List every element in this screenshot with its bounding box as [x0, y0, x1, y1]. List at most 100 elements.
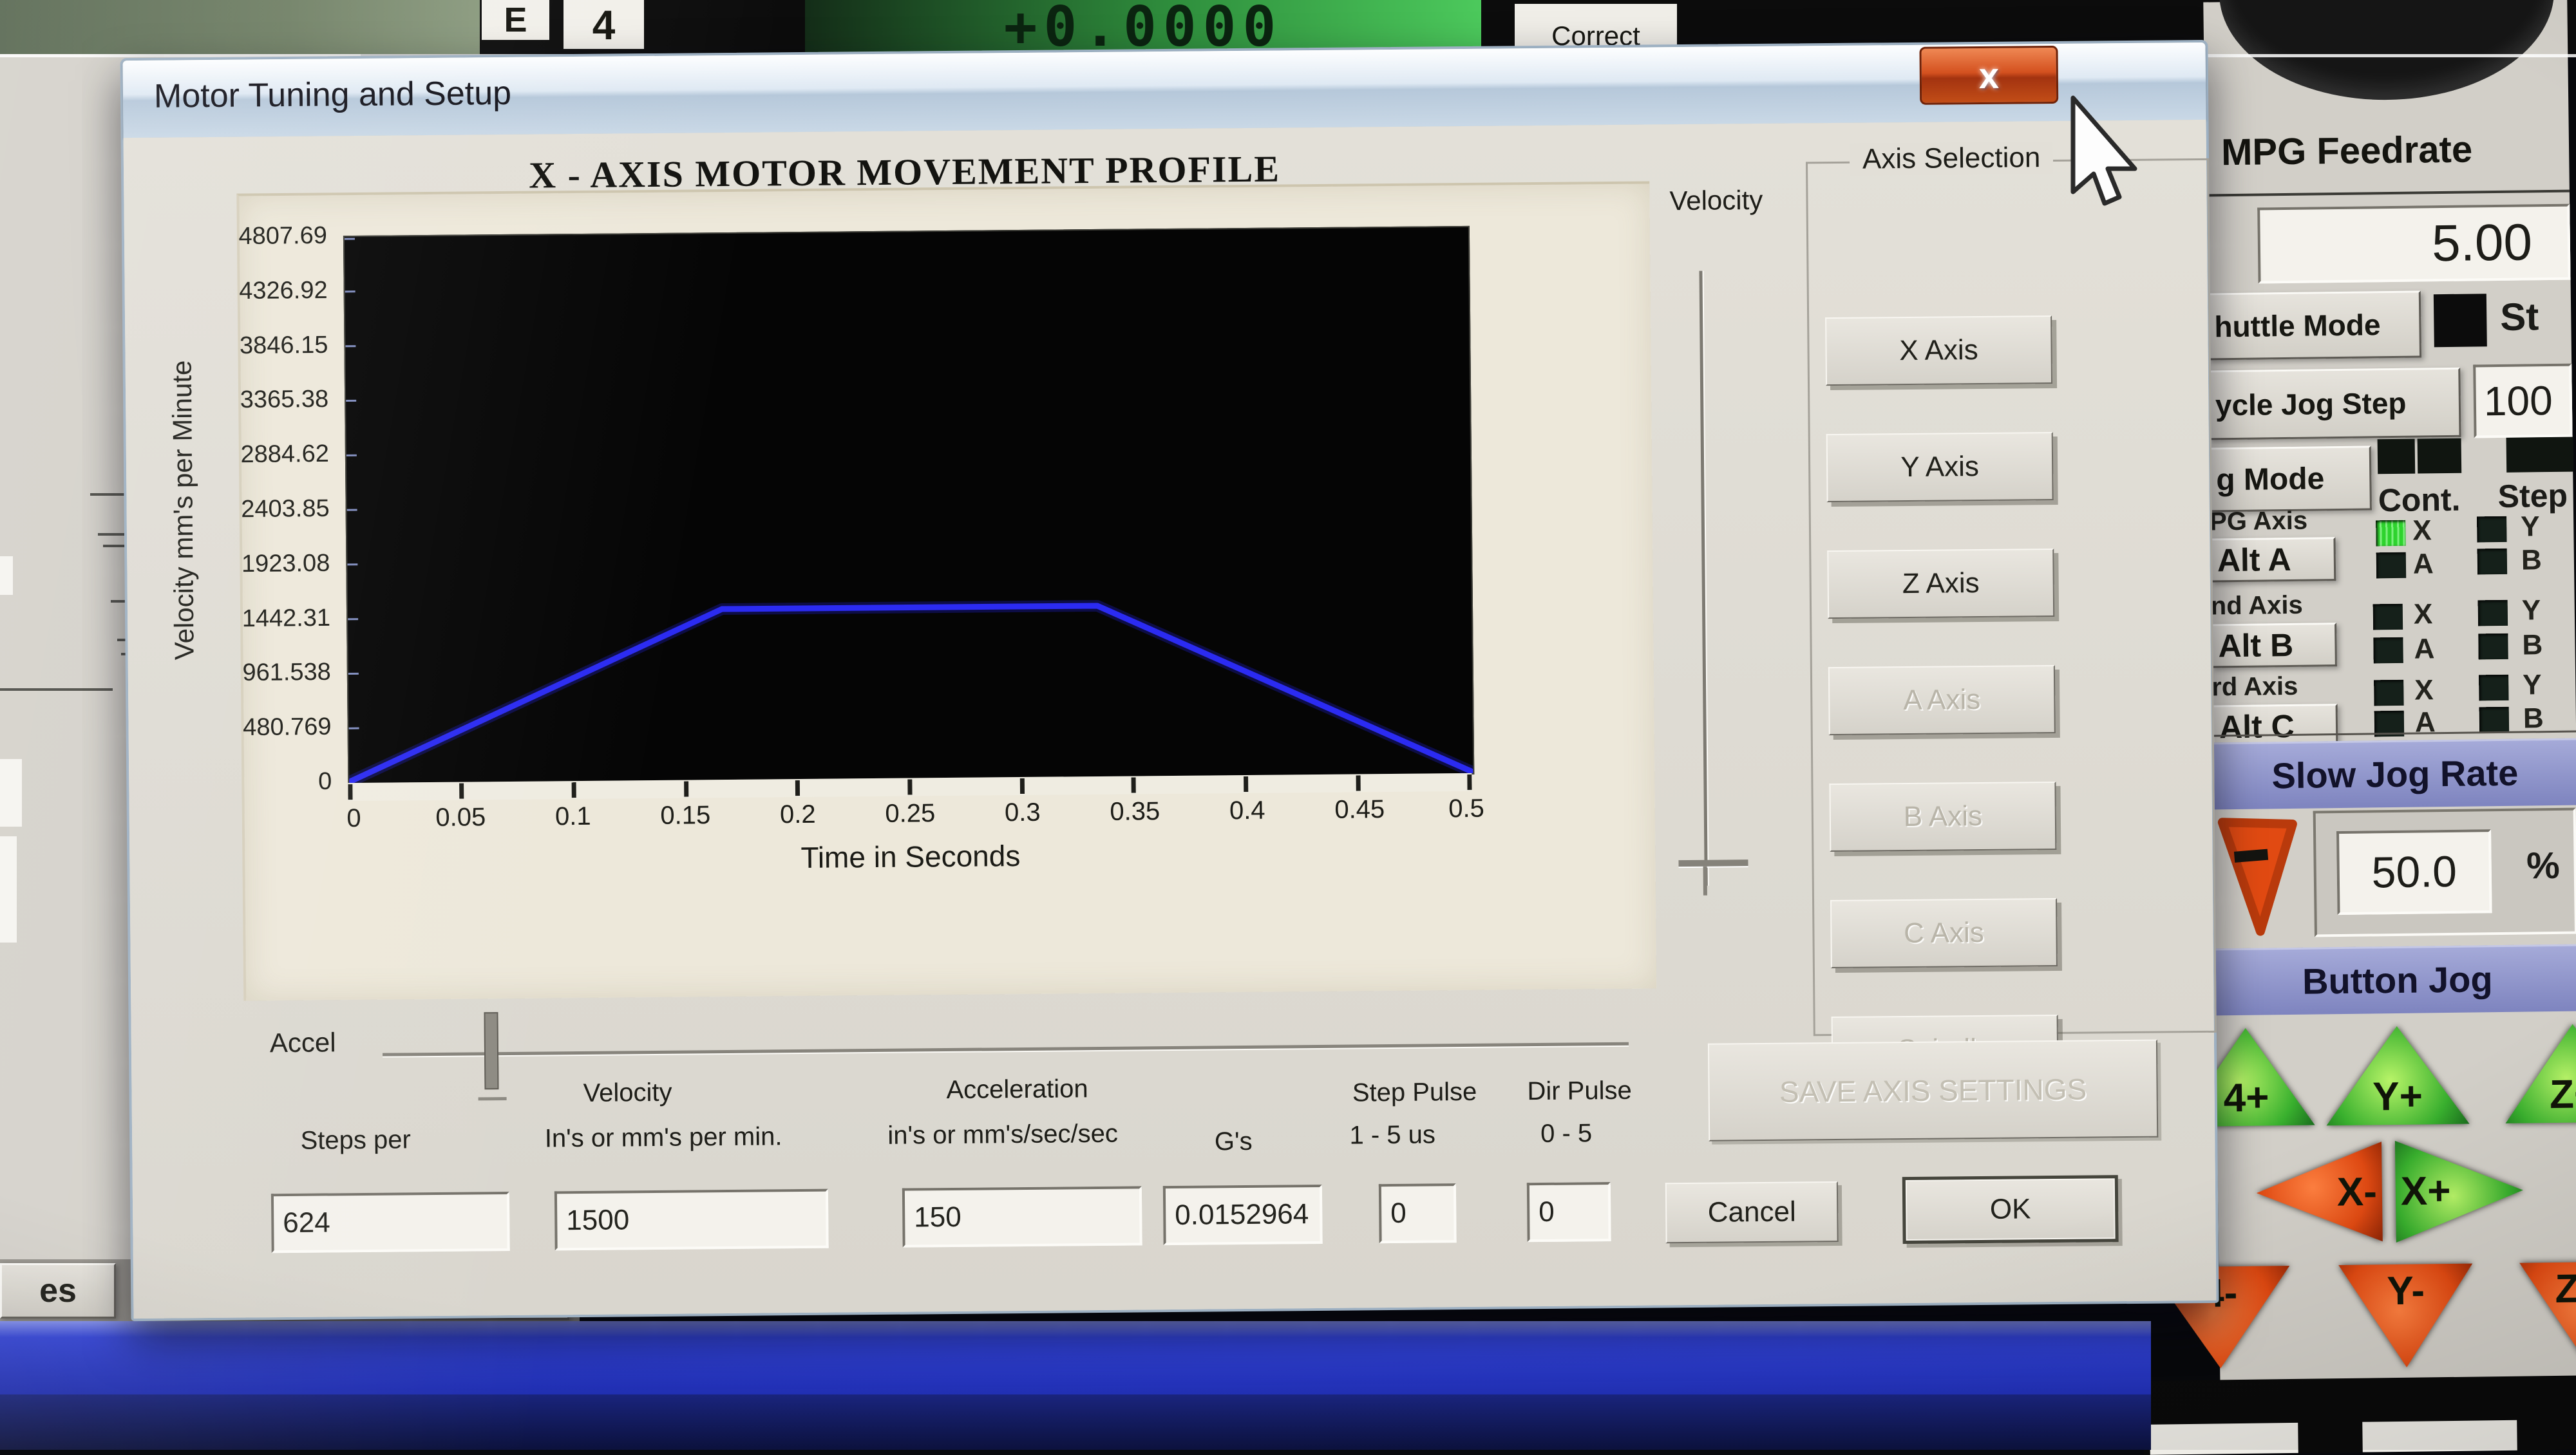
velocity-slider-thumb[interactable] [1678, 859, 1748, 867]
jog-z-plus-button[interactable]: Z+ [2505, 1023, 2576, 1123]
y-tick-label: 2884.62 [240, 440, 329, 469]
velocity-value: 1500 [566, 1204, 629, 1237]
jog-x-plus-button[interactable]: X+ [2395, 1140, 2524, 1243]
alt-b-button[interactable]: Alt B [2211, 623, 2337, 668]
save-axis-settings-label: SAVE AXIS SETTINGS [1779, 1072, 2087, 1109]
a-axis-button[interactable]: A Axis [1828, 665, 2056, 735]
slow-jog-rate-label: Slow Jog Rate [2271, 751, 2519, 796]
cancel-button[interactable]: Cancel [1665, 1181, 1839, 1243]
cycle-jog-step-display[interactable]: 100 [2473, 364, 2572, 438]
mpg-axis-label: PG Axis [2210, 507, 2307, 537]
y-axis-button-label: Y Axis [1900, 451, 1979, 483]
z-axis-button[interactable]: Z Axis [1827, 549, 2054, 619]
led-tag: Y [2522, 594, 2541, 626]
mpg-feedrate-display[interactable]: 5.00 [2257, 204, 2570, 284]
velocity-profile-glow [350, 603, 1471, 781]
jog-y-minus-button[interactable]: Y- [2338, 1264, 2474, 1369]
b-axis-button[interactable]: B Axis [1829, 782, 2056, 852]
y-tick-label: 0 [318, 768, 332, 796]
mpg-feedrate-value: 5.00 [2432, 212, 2533, 273]
accel-slider-track[interactable] [383, 1042, 1629, 1056]
alt-a-label: Alt A [2217, 541, 2291, 579]
led-tag: B [2523, 702, 2544, 735]
y-tick-label: 3846.15 [240, 331, 328, 359]
steps-per-input[interactable]: 624 [271, 1192, 510, 1253]
x-tick-label: 0.3 [1005, 798, 1041, 827]
y-tick-label: 4326.92 [239, 277, 328, 305]
jog-y-plus-button[interactable]: Y+ [2325, 1026, 2470, 1126]
tab-es-label: es [39, 1272, 77, 1310]
gs-input[interactable]: 0.0152964 [1163, 1185, 1323, 1245]
tab-es[interactable]: es [0, 1263, 116, 1319]
jog-y-plus-label: Y+ [2372, 1074, 2423, 1120]
led-tag: A [2414, 633, 2434, 665]
led-3rd-b [2479, 707, 2509, 733]
top-partial-4-box: 4 [564, 0, 644, 49]
button-jog-band: Button Jog [2207, 944, 2576, 1015]
shuttle-mode-checkbox[interactable] [2434, 294, 2487, 347]
slow-jog-rate-display[interactable]: 50.0 [2336, 829, 2492, 915]
c-axis-button[interactable]: C Axis [1830, 898, 2058, 968]
led-tag: B [2521, 544, 2542, 576]
ok-button[interactable]: OK [1902, 1175, 2119, 1244]
y-axis-button[interactable]: Y Axis [1826, 432, 2054, 502]
x-tick-label: 0.15 [660, 801, 710, 831]
velocity-slider-track[interactable] [1699, 271, 1707, 886]
step-pulse-field-subheader: 1 - 5 us [1309, 1120, 1476, 1150]
x-tick-label: 0.05 [435, 803, 486, 832]
accel-slider-label: Accel [270, 1027, 336, 1058]
alt-a-button[interactable]: Alt A [2210, 537, 2336, 582]
bottom-fragment [2150, 1423, 2298, 1455]
dir-pulse-input[interactable]: 0 [1527, 1182, 1611, 1242]
mpg-feedrate-title: MPG Feedrate [2221, 127, 2473, 174]
led-tag: X [2412, 514, 2432, 547]
a-axis-button-label: A Axis [1903, 684, 1980, 717]
dro-display: +0.0000 [805, 0, 1481, 54]
save-axis-settings-button[interactable]: SAVE AXIS SETTINGS [1708, 1040, 2158, 1141]
taskbar-blue-band [0, 1321, 2151, 1394]
mouse-cursor-icon [2064, 89, 2141, 218]
steps-per-field-header: Steps per [220, 1125, 491, 1156]
background-right-panel: MPG Feedrate 5.00 huttle Mode St ycle Jo… [2203, 0, 2576, 1452]
jog-z-minus-button[interactable]: Z- [2519, 1261, 2576, 1366]
y-tick-label: 1442.31 [242, 604, 331, 632]
jog-x-minus-label: X- [2336, 1169, 2377, 1215]
acceleration-input[interactable]: 150 [902, 1186, 1142, 1247]
velocity-input[interactable]: 1500 [554, 1189, 829, 1251]
gs-field-header: G's [1162, 1127, 1304, 1157]
jog-mode-label: g Mode [2216, 461, 2325, 498]
x-tick-label: 0.2 [780, 800, 816, 829]
chart-y-axis-labels: 4807.69 4326.92 3846.15 3365.38 2884.62 … [195, 236, 338, 783]
shuttle-mode-button[interactable]: huttle Mode [2207, 290, 2421, 360]
x-axis-button-label: X Axis [1899, 334, 1978, 367]
step-pulse-field-header: Step Pulse [1331, 1078, 1498, 1108]
velocity-slider[interactable] [1673, 270, 1750, 912]
close-button[interactable]: x [1919, 46, 2058, 105]
shuttle-mode-label: huttle Mode [2214, 307, 2381, 344]
step-pulse-value: 0 [1390, 1197, 1406, 1230]
dialog-title: Motor Tuning and Setup [154, 74, 512, 116]
x-tick-label: 0.25 [885, 799, 935, 829]
step-pulse-input[interactable]: 0 [1379, 1183, 1457, 1243]
slow-jog-rate-band: Slow Jog Rate [2204, 738, 2576, 809]
left-edge-fragment [0, 759, 22, 827]
x-axis-button[interactable]: X Axis [1825, 315, 2052, 386]
taskbar-navy-band [0, 1394, 2151, 1450]
y-tick-label: 3365.38 [240, 386, 329, 414]
led-tag: A [2413, 548, 2434, 580]
cancel-button-label: Cancel [1708, 1196, 1796, 1229]
velocity-profile-plot [345, 227, 1473, 783]
mpg-wheel[interactable] [2218, 0, 2555, 102]
dir-pulse-value: 0 [1539, 1196, 1555, 1228]
led-mpg-a [2376, 552, 2406, 579]
jog-mode-button[interactable]: g Mode [2209, 446, 2372, 512]
accel-slider-thumb[interactable] [484, 1012, 498, 1089]
jog-mode-led [2378, 439, 2416, 474]
jog-x-minus-button[interactable]: X- [2256, 1141, 2383, 1243]
led-2nd-y [2478, 600, 2508, 626]
x-tick-label: 0 [346, 804, 361, 833]
led-2nd-b [2478, 634, 2508, 660]
led-mpg-y [2477, 516, 2506, 543]
cycle-jog-step-button[interactable]: ycle Jog Step [2208, 368, 2461, 440]
slow-jog-minus-button[interactable] [2213, 814, 2302, 944]
